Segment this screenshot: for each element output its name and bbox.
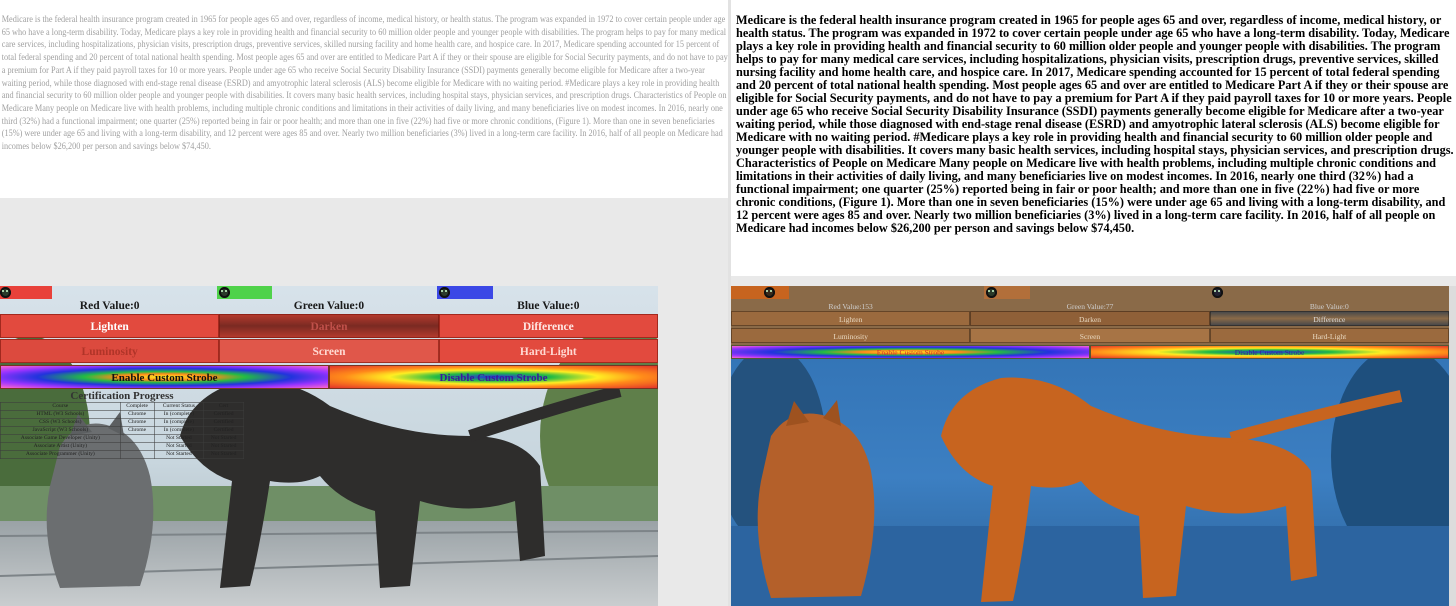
cell: HTML (W3 Schools) [0, 410, 121, 419]
right-blend-app: Red Value:153 Green Value:77 Blue Value:… [731, 286, 1449, 606]
cert-header-row: Course Complete Current Status Cert [0, 402, 244, 411]
cell: Certified [203, 426, 244, 435]
enable-strobe-button[interactable]: Enable Custom Strobe [0, 365, 329, 389]
right-text-panel: Medicare is the federal health insurance… [731, 0, 1456, 276]
green-swatch[interactable] [984, 286, 1030, 299]
cell: Not Started [203, 442, 244, 451]
cert-header: Course [0, 402, 121, 411]
left-paragraph: Medicare is the federal health insurance… [1, 14, 728, 153]
eye-icon [439, 287, 450, 298]
table-row: Associate Artist (Unity) Not Started Not S… [0, 442, 244, 451]
red-swatch[interactable] [731, 286, 789, 299]
cell: Associate Artist (Unity) [0, 442, 121, 451]
screen-button[interactable]: Screen [970, 328, 1210, 343]
blend-row-2: Luminosity Screen Hard-Light [731, 328, 1449, 343]
cell: In (complete) [153, 410, 205, 419]
table-row: Associate Programmer (Unity) Not Started N… [0, 450, 244, 459]
color-swatch-row [731, 286, 1449, 299]
cell [119, 442, 155, 451]
cell: Certified [203, 418, 244, 427]
blend-row-1: Lighten Darken Difference [0, 314, 658, 338]
disable-strobe-button[interactable]: Disable Custom Strobe [1090, 345, 1449, 359]
luminosity-button[interactable]: Luminosity [731, 328, 971, 343]
table-row: Associate Game Developer (Unity) Not Star… [0, 434, 244, 443]
strobe-row: Enable Custom Strobe Disable Custom Stro… [731, 345, 1449, 359]
eye-icon [764, 287, 775, 298]
certification-progress: Certification Progress Course Complete C… [0, 390, 244, 459]
cell: Not Started [203, 434, 244, 443]
lighten-button[interactable]: Lighten [731, 311, 971, 326]
darken-button[interactable]: Darken [970, 311, 1210, 326]
left-text-panel: Medicare is the federal health insurance… [0, 0, 728, 198]
value-labels: Red Value:0 Green Value:0 Blue Value:0 [0, 300, 658, 313]
cell: Certified [203, 410, 244, 419]
cell [119, 434, 155, 443]
blue-swatch[interactable] [1210, 286, 1270, 299]
hard-light-button[interactable]: Hard-Light [438, 339, 658, 363]
cell: Not Started [153, 450, 205, 459]
cert-header: Complete [119, 402, 155, 411]
cell [119, 450, 155, 459]
cell: Chrome [119, 410, 155, 419]
strobe-row: Enable Custom Strobe Disable Custom Stro… [0, 365, 658, 389]
cell: Associate Game Developer (Unity) [0, 434, 121, 443]
cert-header: Current Status [153, 402, 205, 411]
cell: Chrome [119, 418, 155, 427]
blue-value: Blue Value:0 [517, 300, 580, 312]
cell: Associate Programmer (Unity) [0, 450, 121, 459]
right-edge [1449, 286, 1456, 606]
luminosity-button[interactable]: Luminosity [0, 339, 220, 363]
cell: Not Started [153, 434, 205, 443]
difference-button[interactable]: Difference [1209, 311, 1449, 326]
eye-icon [1212, 287, 1223, 298]
eye-icon [986, 287, 997, 298]
cert-table: Course Complete Current Status Cert HTML… [0, 402, 244, 459]
cert-header: Cert [203, 402, 244, 411]
blue-swatch[interactable] [437, 286, 493, 299]
color-swatch-row [0, 286, 658, 299]
left-spacer [0, 198, 728, 286]
screen-button[interactable]: Screen [219, 339, 439, 363]
eye-icon [219, 287, 230, 298]
disable-strobe-button[interactable]: Disable Custom Strobe [329, 365, 658, 389]
enable-strobe-button[interactable]: Enable Custom Strobe [731, 345, 1090, 359]
blend-row-1: Lighten Darken Difference [731, 311, 1449, 326]
difference-button[interactable]: Difference [438, 314, 658, 338]
cell: In (complete) [153, 426, 205, 435]
left-blend-app: Red Value:0 Green Value:0 Blue Value:0 L… [0, 286, 658, 606]
cell: JavaScript (W3 Schools) [0, 426, 121, 435]
cell: In (complete) [153, 418, 205, 427]
table-row: JavaScript (W3 Schools) Chrome In (complet… [0, 426, 244, 435]
blend-row-2: Luminosity Screen Hard-Light [0, 339, 658, 363]
cell: Chrome [119, 426, 155, 435]
cell: Not Started [203, 450, 244, 459]
darken-button[interactable]: Darken [219, 314, 439, 338]
table-row: CSS (W3 Schools) Chrome In (complete) Certi… [0, 418, 244, 427]
eye-icon [0, 287, 11, 298]
green-value: Green Value:0 [293, 300, 365, 312]
lighten-button[interactable]: Lighten [0, 314, 220, 338]
table-row: HTML (W3 Schools) Chrome In (complete) Cert… [0, 410, 244, 419]
cert-title: Certification Progress [70, 390, 174, 402]
cell: Not Started [153, 442, 205, 451]
right-paragraph: Medicare is the federal health insurance… [736, 13, 1454, 235]
cell: CSS (W3 Schools) [0, 418, 121, 427]
red-value: Red Value:0 [79, 300, 140, 312]
red-swatch[interactable] [0, 286, 52, 299]
hard-light-button[interactable]: Hard-Light [1209, 328, 1449, 343]
green-swatch[interactable] [217, 286, 272, 299]
